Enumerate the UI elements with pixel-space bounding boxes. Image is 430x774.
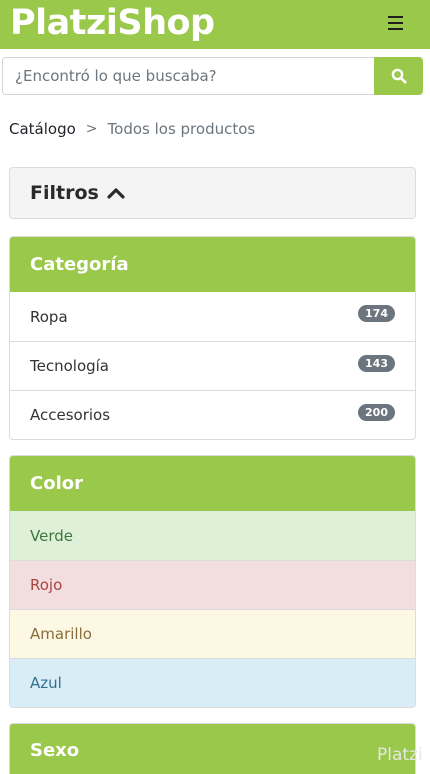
gender-panel-header[interactable]: Sexo xyxy=(10,724,415,774)
color-panel-title: Color xyxy=(30,473,83,494)
category-count-badge: 143 xyxy=(358,354,395,372)
color-item-amarillo[interactable]: Amarillo xyxy=(10,609,415,658)
menu-button[interactable] xyxy=(380,8,410,38)
category-label: Ropa xyxy=(30,307,68,326)
color-item-rojo[interactable]: Rojo xyxy=(10,560,415,609)
chevron-up-icon xyxy=(107,186,125,200)
platzi-watermark: Platzi xyxy=(377,745,423,765)
brand-logo[interactable]: PlatziShop xyxy=(10,0,215,46)
gender-panel: Sexo xyxy=(9,723,416,774)
color-label: Verde xyxy=(30,526,73,545)
category-item-ropa[interactable]: Ropa 174 xyxy=(10,292,415,341)
color-item-verde[interactable]: Verde xyxy=(10,511,415,560)
search-icon xyxy=(391,68,406,84)
hamburger-icon-bar xyxy=(387,22,403,24)
search-button[interactable] xyxy=(374,57,423,95)
search-bar xyxy=(0,49,430,103)
color-list: Verde Rojo Amarillo Azul xyxy=(10,511,415,707)
category-panel: Categoría Ropa 174 Tecnología 143 Acceso… xyxy=(9,236,416,440)
breadcrumb-separator: > xyxy=(85,121,98,137)
hamburger-icon-bar xyxy=(387,28,403,30)
color-item-azul[interactable]: Azul xyxy=(10,658,415,707)
color-panel: Color Verde Rojo Amarillo Azul xyxy=(9,455,416,708)
search-input[interactable] xyxy=(2,57,375,95)
breadcrumb-current: Todos los productos xyxy=(107,120,256,138)
color-label: Amarillo xyxy=(30,625,92,643)
category-label: Tecnología xyxy=(30,357,109,375)
category-count-badge: 200 xyxy=(358,403,395,421)
color-panel-header: Color xyxy=(10,456,415,511)
color-label: Rojo xyxy=(30,576,63,594)
navbar: PlatziShop xyxy=(0,0,430,49)
breadcrumb: Catálogo > Todos los productos xyxy=(9,118,255,140)
category-item-tecnologia[interactable]: Tecnología 143 xyxy=(10,341,415,390)
hamburger-icon xyxy=(387,16,403,18)
category-count-badge: 174 xyxy=(358,305,395,322)
category-panel-header: Categoría xyxy=(10,237,415,292)
category-list: Ropa 174 Tecnología 143 Accesorios 200 xyxy=(10,292,415,439)
color-label: Azul xyxy=(30,674,62,692)
filters-toggle[interactable]: Filtros xyxy=(9,167,416,219)
breadcrumb-catalog-link[interactable]: Catálogo xyxy=(9,120,76,138)
category-label: Accesorios xyxy=(30,406,111,424)
category-item-accesorios[interactable]: Accesorios 200 xyxy=(10,390,415,439)
category-panel-title: Categoría xyxy=(30,254,129,275)
filters-title: Filtros xyxy=(30,182,99,204)
gender-panel-title: Sexo xyxy=(30,739,80,761)
